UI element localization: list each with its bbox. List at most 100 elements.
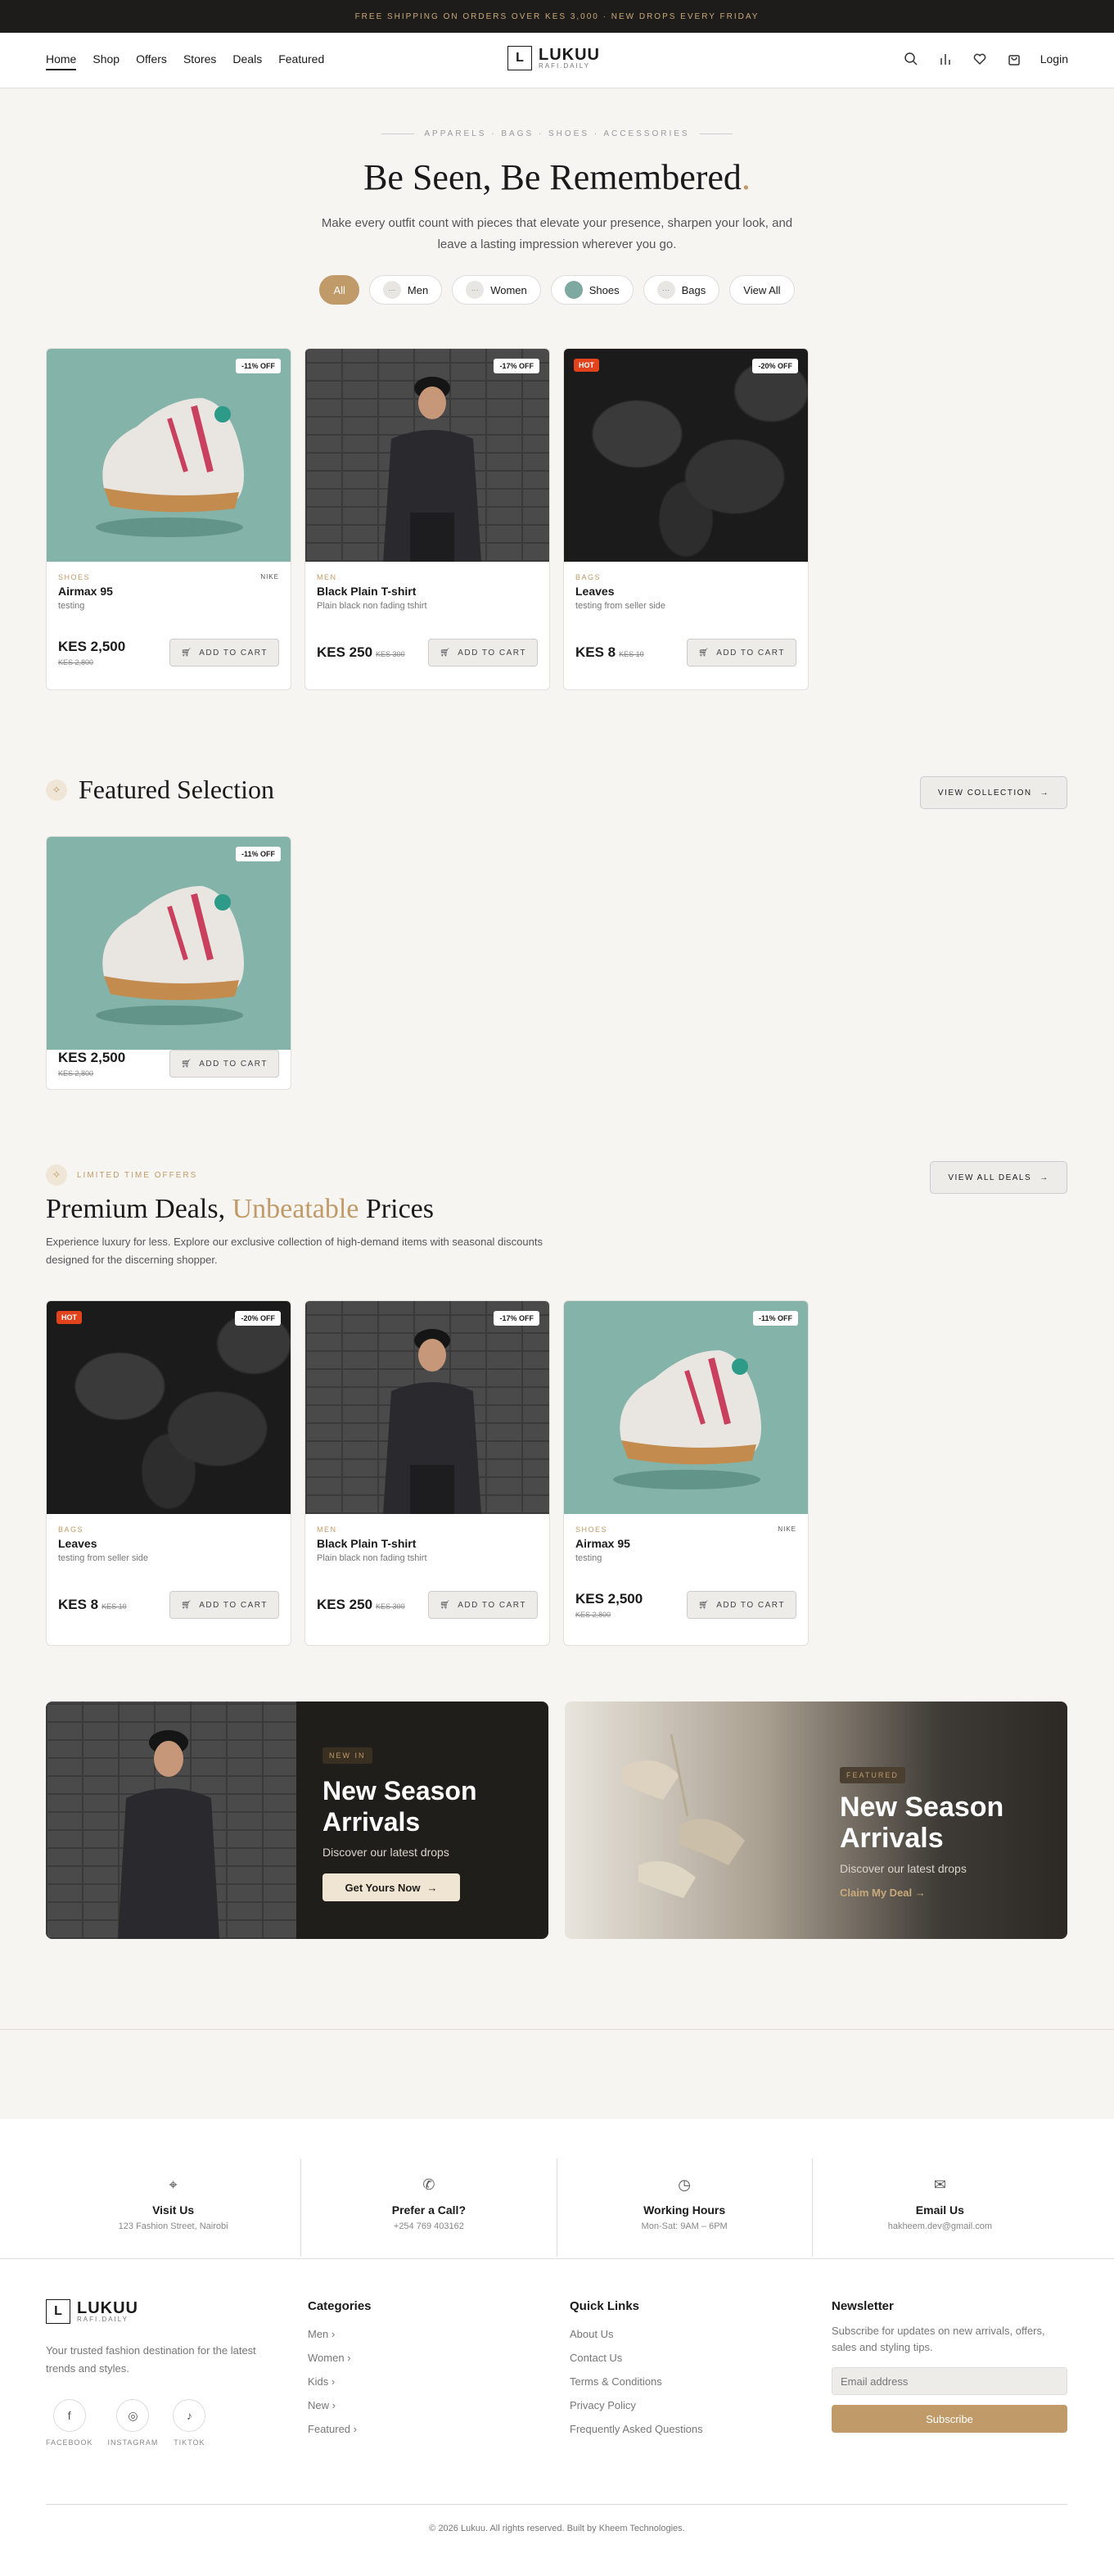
wishlist-heart-icon[interactable] [972,51,988,67]
featured-header: ✧ Featured Selection [46,775,274,805]
view-collection-button[interactable]: VIEW COLLECTION → [920,776,1067,809]
banner-tag: FEATURED [840,1767,905,1783]
logo-mark: L [46,2299,70,2324]
chevron-right-icon: › [353,2423,358,2435]
product-name[interactable]: Leaves [58,1537,279,1550]
promo-banner-featured[interactable]: FEATURED New Season Arrivals Discover ou… [565,1702,1067,1939]
chip-shoes-avatar [564,281,583,299]
add-to-cart-button[interactable]: 🛒︎ ADD TO CART [169,639,279,667]
add-to-cart-button[interactable]: 🛒︎ ADD TO CART [169,1591,279,1619]
chip-view-all[interactable]: View All [729,275,795,305]
footer-link[interactable]: New › [308,2399,372,2411]
view-all-deals-button[interactable]: VIEW ALL DEALS → [930,1161,1067,1194]
nav-actions: Login [903,51,1068,67]
add-to-cart-label: ADD TO CART [716,648,785,658]
footer-newsletter: Newsletter Subscribe for updates on new … [832,2299,1067,2433]
deals-title-c: Prices [365,1194,434,1224]
logo[interactable]: L LUKUU RAFI.DAILY [507,46,600,70]
product-card[interactable]: -11% OFF KES 2,500 KES 2,800 🛒︎ ADD TO CAR… [46,836,291,1090]
chip-shoes[interactable]: Shoes [550,275,634,305]
add-to-cart-button[interactable]: 🛒︎ ADD TO CART [687,1591,796,1619]
footer-link[interactable]: Frequently Asked Questions [570,2423,703,2435]
get-yours-now-button[interactable]: Get Yours Now → [322,1873,460,1901]
search-icon[interactable] [903,51,919,67]
product-name[interactable]: Black Plain T-shirt [317,1537,538,1550]
product-description: Plain black non fading tshirt [317,601,427,611]
add-to-cart-button[interactable]: 🛒︎ ADD TO CART [428,1591,538,1619]
product-info: KES 2,500 KES 2,800 🛒︎ ADD TO CART [47,1050,291,1089]
banner-cta-label: Claim My Deal [840,1887,913,1899]
product-old-price: KES 2,800 [58,658,94,667]
sparkle-icon: ✧ [46,1164,67,1186]
social-tiktok[interactable]: ♪ TIKTOK [173,2399,206,2447]
newsletter-email-input[interactable] [832,2367,1067,2395]
footer-link[interactable]: Contact Us [570,2352,703,2364]
chip-women[interactable]: ··· Women [452,275,541,305]
nav-deals[interactable]: Deals [232,52,262,70]
chip-men[interactable]: ··· Men [368,275,443,305]
cart-icon: 🛒︎ [698,648,710,658]
product-card[interactable]: -17% OFF MEN Black Plain T-shirt Plain b… [304,1300,550,1646]
social-instagram[interactable]: ◎ INSTAGRAM [108,2399,159,2447]
chevron-right-icon: › [347,2352,351,2364]
featured-title: Featured Selection [79,775,275,804]
nav-shop[interactable]: Shop [92,52,120,70]
product-name[interactable]: Leaves [575,585,796,598]
footer-link[interactable]: Featured › [308,2423,372,2435]
product-card[interactable]: HOT -20% OFF BAGS Leaves testing from se… [563,348,809,690]
product-card[interactable]: HOT -20% OFF BAGS Leaves testing from se… [46,1300,291,1646]
price-row: KES 2,500 KES 2,800 🛒︎ ADD TO CART [58,639,279,667]
nav-stores[interactable]: Stores [183,52,216,70]
product-name[interactable]: Black Plain T-shirt [317,585,538,598]
banner-subtitle: Discover our latest drops [840,1862,967,1875]
product-card[interactable]: -11% OFF SHOES NIKE Airmax 95 testing KE… [563,1300,809,1646]
add-to-cart-button[interactable]: 🛒︎ ADD TO CART [687,639,796,667]
logo-mark: L [507,46,532,70]
nav-offers[interactable]: Offers [136,52,167,70]
discount-badge: -20% OFF [235,1311,281,1326]
social-facebook[interactable]: f FACEBOOK [46,2399,93,2447]
add-to-cart-label: ADD TO CART [458,648,526,658]
nav-home[interactable]: Home [46,52,77,70]
product-name[interactable]: Airmax 95 [575,1537,796,1550]
product-image: HOT -20% OFF [47,1301,291,1514]
cart-icon: 🛒︎ [698,1600,710,1610]
footer-link[interactable]: Women › [308,2352,372,2364]
product-card[interactable]: -17% OFF MEN Black Plain T-shirt Plain b… [304,348,550,690]
product-old-price: KES 10 [619,650,644,658]
product-image: -11% OFF [47,349,291,562]
footer-link[interactable]: Men › [308,2328,372,2340]
promo-banner-new-in[interactable]: NEW IN New Season Arrivals Discover our … [46,1702,548,1939]
cart-bag-icon[interactable] [1006,51,1022,67]
add-to-cart-button[interactable]: 🛒︎ ADD TO CART [428,639,538,667]
login-link[interactable]: Login [1040,52,1068,66]
nav-featured[interactable]: Featured [278,52,324,70]
price-row: KES 250 KES 300 🛒︎ ADD TO CART [317,639,538,667]
footer-logo[interactable]: L LUKUU RAFI.DAILY [46,2299,267,2324]
deals-eyebrow-text: LIMITED TIME OFFERS [77,1170,198,1180]
footer-link[interactable]: Privacy Policy [570,2399,703,2411]
subscribe-button[interactable]: Subscribe [832,2405,1067,2433]
arrow-right-icon: → [1040,1173,1049,1182]
footer-link[interactable]: About Us [570,2328,703,2340]
product-image: HOT -20% OFF [564,349,808,562]
product-name[interactable]: Airmax 95 [58,585,279,598]
footer-link[interactable]: Kids › [308,2375,372,2388]
price-row: KES 2,500 KES 2,800 🛒︎ ADD TO CART [575,1591,796,1619]
compare-icon[interactable] [937,51,954,67]
chip-bags[interactable]: ··· Bags [643,275,720,305]
logo-name: LUKUU [77,2298,138,2317]
claim-my-deal-link[interactable]: Claim My Deal → [840,1887,1036,1899]
add-to-cart-button[interactable]: 🛒︎ ADD TO CART [169,1050,279,1078]
chip-all[interactable]: All [319,275,359,305]
product-card[interactable]: -11% OFF SHOES NIKE Airmax 95 testing KE… [46,348,291,690]
hero-title: Be Seen, Be Remembered. [0,156,1114,198]
chip-view-all-label: View All [743,283,781,296]
footer-divider [46,2504,1067,2505]
contact-detail[interactable]: +254 769 403162 [301,2221,556,2231]
navbar: Home Shop Offers Stores Deals Featured L… [0,33,1114,88]
footer-link[interactable]: Terms & Conditions [570,2375,703,2388]
product-description: testing [58,601,85,611]
contact-detail[interactable]: hakheem.dev@gmail.com [813,2221,1067,2231]
product-old-price: KES 300 [376,650,405,658]
